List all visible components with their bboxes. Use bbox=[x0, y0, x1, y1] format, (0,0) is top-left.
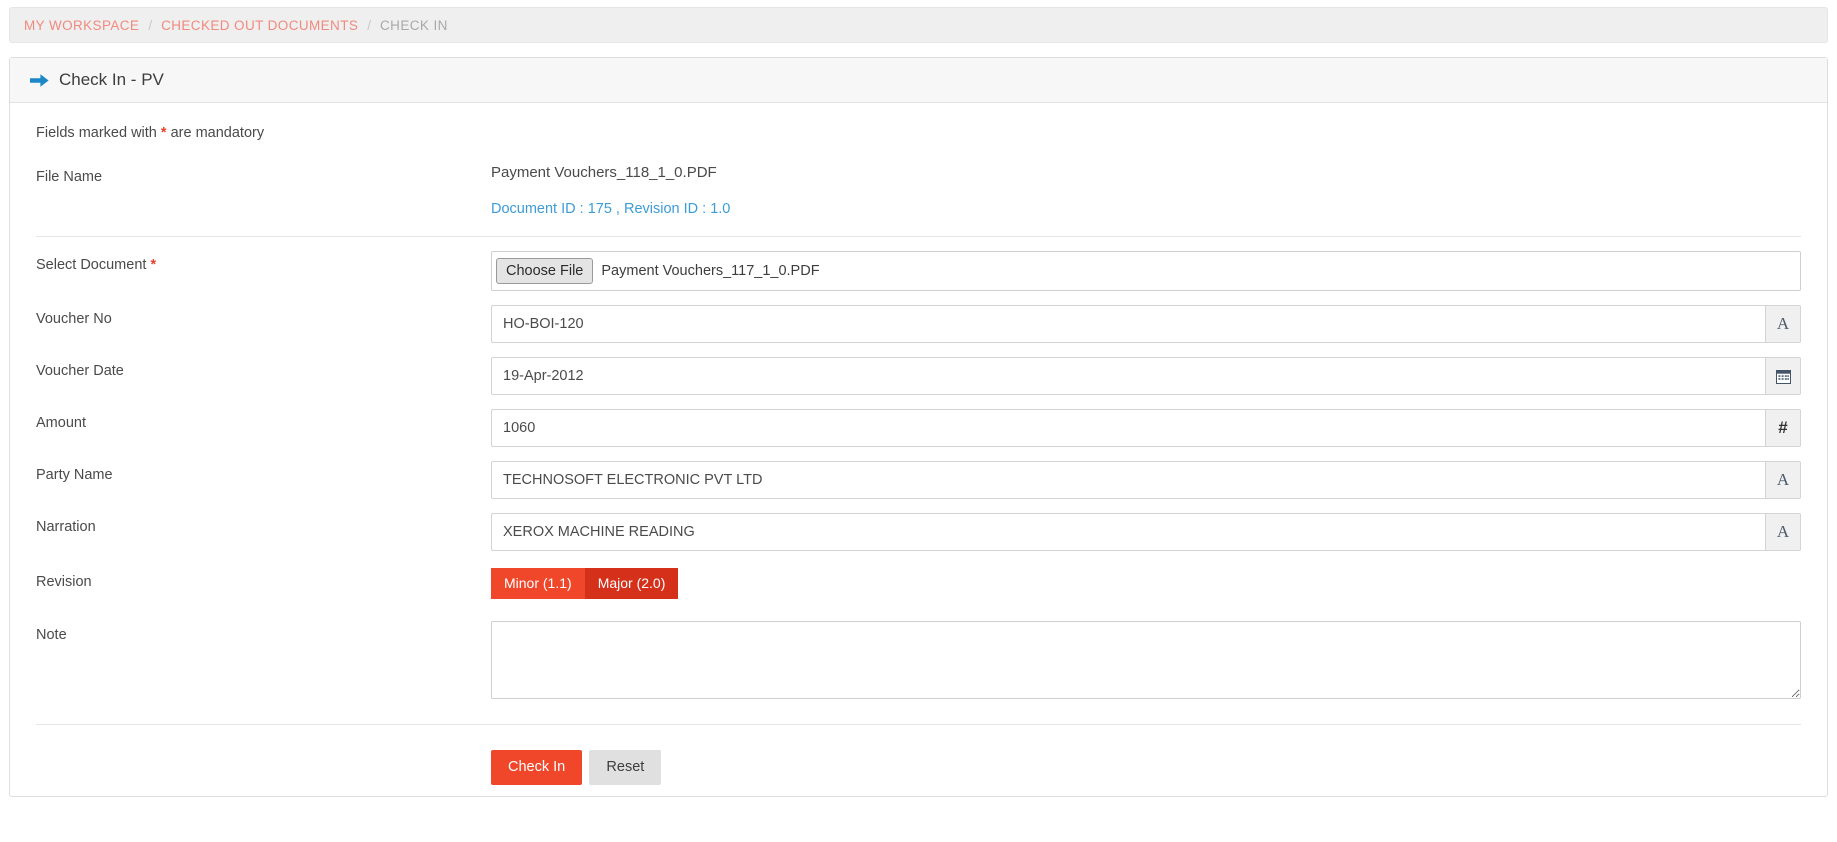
panel-header: Check In - PV bbox=[10, 58, 1827, 103]
text-type-icon: A bbox=[1765, 305, 1801, 343]
input-group-amount: # bbox=[491, 409, 1801, 447]
note-textarea[interactable] bbox=[491, 621, 1801, 699]
row-amount: Amount # bbox=[10, 409, 1827, 447]
value-file-name: Payment Vouchers_118_1_0.PDF bbox=[491, 164, 717, 181]
revision-option-major[interactable]: Major (2.0) bbox=[584, 568, 679, 599]
row-narration: Narration A bbox=[10, 513, 1827, 551]
reset-button[interactable]: Reset bbox=[589, 750, 662, 785]
row-select-document: Select Document * Choose File Payment Vo… bbox=[10, 251, 1827, 291]
revision-option-minor[interactable]: Minor (1.1) bbox=[491, 568, 585, 599]
select-document-required-star: * bbox=[150, 257, 157, 273]
voucher-no-input[interactable] bbox=[491, 305, 1765, 343]
mandatory-fields-note: Fields marked with * are mandatory bbox=[10, 103, 1827, 141]
document-id-link[interactable]: Document ID : 175 , Revision ID : 1.0 bbox=[491, 201, 730, 217]
party-name-input[interactable] bbox=[491, 461, 1765, 499]
label-select-document-text: Select Document bbox=[36, 257, 147, 273]
input-group-party-name: A bbox=[491, 461, 1801, 499]
breadcrumb-item-checked-out-documents[interactable]: CHECKED OUT DOCUMENTS bbox=[161, 18, 358, 33]
label-party-name: Party Name bbox=[36, 467, 113, 483]
breadcrumb: MY WORKSPACE / CHECKED OUT DOCUMENTS / C… bbox=[9, 7, 1828, 43]
amount-input[interactable] bbox=[491, 409, 1765, 447]
actions-spacer bbox=[36, 750, 491, 785]
input-group-voucher-date bbox=[491, 357, 1801, 395]
revision-toggle-group: Minor (1.1) Major (2.0) bbox=[491, 568, 679, 599]
mandatory-note-prefix: Fields marked with bbox=[36, 125, 157, 141]
breadcrumb-separator: / bbox=[148, 17, 153, 33]
choose-file-button[interactable]: Choose File bbox=[496, 258, 594, 284]
breadcrumb-separator: / bbox=[367, 17, 372, 33]
selected-file-name: Payment Vouchers_117_1_0.PDF bbox=[601, 263, 820, 279]
label-voucher-date: Voucher Date bbox=[36, 363, 124, 379]
divider-bottom bbox=[36, 724, 1801, 725]
row-voucher-no: Voucher No A bbox=[10, 305, 1827, 343]
row-note: Note bbox=[10, 621, 1827, 699]
row-revision: Revision Minor (1.1) Major (2.0) bbox=[10, 568, 1827, 599]
check-in-button[interactable]: Check In bbox=[491, 750, 583, 785]
breadcrumb-item-check-in: CHECK IN bbox=[380, 17, 448, 33]
file-input-wrapper[interactable]: Choose File Payment Vouchers_117_1_0.PDF bbox=[491, 251, 1801, 291]
mandatory-star: * bbox=[160, 125, 167, 141]
row-document-id: Document ID : 175 , Revision ID : 1.0 bbox=[10, 200, 1827, 217]
check-in-panel: Check In - PV Fields marked with * are m… bbox=[9, 57, 1828, 797]
label-revision: Revision bbox=[36, 574, 92, 590]
voucher-date-input[interactable] bbox=[491, 357, 1765, 395]
row-party-name: Party Name A bbox=[10, 461, 1827, 499]
row-file-name: File Name Payment Vouchers_118_1_0.PDF bbox=[10, 163, 1827, 185]
divider-top bbox=[36, 236, 1801, 237]
label-narration: Narration bbox=[36, 519, 96, 535]
input-group-narration: A bbox=[491, 513, 1801, 551]
arrow-right-icon bbox=[30, 72, 49, 89]
panel-body: Fields marked with * are mandatory File … bbox=[10, 103, 1827, 785]
label-select-document: Select Document * bbox=[36, 251, 491, 273]
text-type-icon: A bbox=[1765, 461, 1801, 499]
calendar-icon[interactable] bbox=[1765, 357, 1801, 395]
mandatory-note-suffix: are mandatory bbox=[170, 125, 265, 141]
page-title: Check In - PV bbox=[59, 70, 164, 89]
number-type-icon: # bbox=[1765, 409, 1801, 447]
label-file-name: File Name bbox=[36, 169, 103, 185]
row-voucher-date: Voucher Date bbox=[10, 357, 1827, 395]
label-amount: Amount bbox=[36, 415, 86, 431]
label-document-id-spacer bbox=[36, 200, 491, 206]
input-group-voucher-no: A bbox=[491, 305, 1801, 343]
label-voucher-no: Voucher No bbox=[36, 311, 112, 327]
narration-input[interactable] bbox=[491, 513, 1765, 551]
breadcrumb-item-my-workspace[interactable]: MY WORKSPACE bbox=[24, 18, 139, 33]
text-type-icon: A bbox=[1765, 513, 1801, 551]
form-actions: Check In Reset bbox=[10, 750, 1827, 785]
label-note: Note bbox=[36, 627, 67, 643]
